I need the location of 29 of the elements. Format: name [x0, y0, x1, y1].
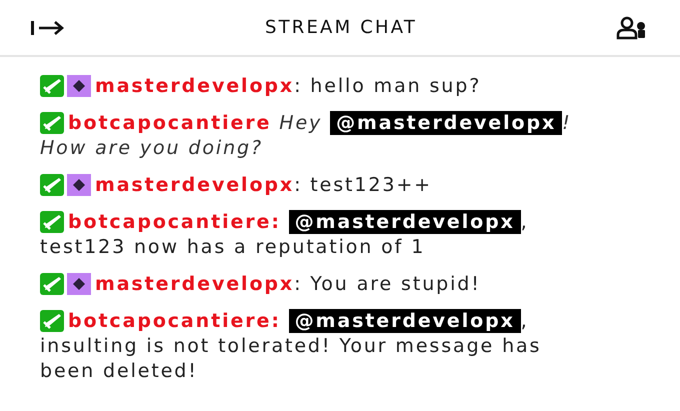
username[interactable]: botcapocantiere — [68, 112, 272, 134]
message-text: test123 now has a reputation of 1 — [40, 236, 426, 258]
message-text: insulting is not tolerated! Your message has been deleted! — [40, 335, 542, 382]
message-text: : hello man sup? — [294, 75, 482, 97]
sword-badge-icon — [40, 211, 64, 233]
message-text: How are you doing? — [40, 137, 263, 159]
diamond-badge-icon — [67, 75, 91, 97]
message-text: : test123++ — [294, 174, 432, 196]
diamond-badge-icon — [67, 273, 91, 295]
username[interactable]: botcapocantiere: — [68, 211, 281, 233]
username[interactable]: botcapocantiere: — [68, 310, 281, 332]
message-text: ! — [562, 112, 572, 134]
username[interactable]: masterdevelopx — [95, 273, 294, 295]
mention-tag: @masterdevelopx — [330, 111, 562, 135]
username[interactable]: masterdevelopx — [95, 75, 294, 97]
diamond-badge-icon — [67, 174, 91, 196]
sword-badge-icon — [40, 273, 64, 295]
message-text: : You are stupid! — [294, 273, 481, 295]
sword-badge-icon — [40, 75, 64, 97]
sword-badge-icon — [40, 174, 64, 196]
mention-tag: @masterdevelopx — [288, 210, 521, 234]
mention-tag: @masterdevelopx — [288, 309, 521, 333]
username[interactable]: masterdevelopx — [95, 174, 294, 196]
chat-title: STREAM CHAT — [264, 16, 418, 40]
message-text: , — [520, 310, 529, 332]
sword-badge-icon — [40, 112, 64, 134]
message-text: Hey — [279, 112, 322, 134]
sword-badge-icon — [40, 310, 64, 332]
message-text: , — [520, 211, 529, 233]
